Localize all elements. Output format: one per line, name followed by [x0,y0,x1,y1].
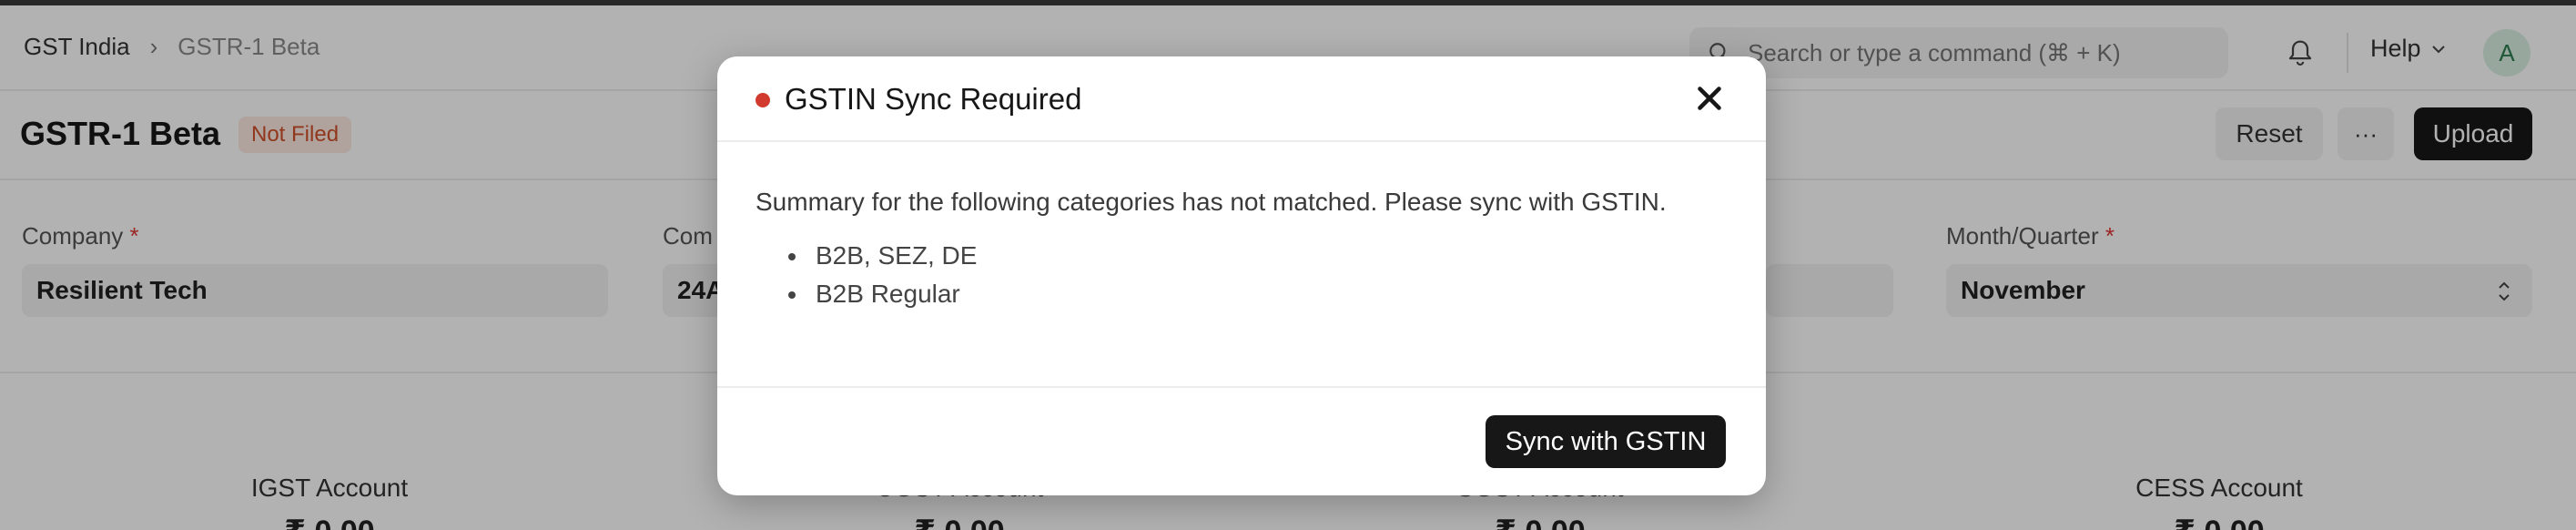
gstin-sync-dialog: GSTIN Sync Required Summary for the foll… [717,56,1766,495]
close-icon[interactable] [1693,82,1726,115]
dialog-footer-divider [717,386,1766,388]
list-item: B2B, SEZ, DE [785,237,977,275]
sync-with-gstin-button[interactable]: Sync with GSTIN [1486,415,1726,468]
list-item: B2B Regular [785,275,977,313]
dialog-title: GSTIN Sync Required [785,82,1082,116]
status-indicator-dot [756,93,770,107]
dialog-header: GSTIN Sync Required [717,56,1766,142]
dialog-message: Summary for the following categories has… [756,188,1667,216]
mismatch-category-list: B2B, SEZ, DE B2B Regular [785,237,977,313]
